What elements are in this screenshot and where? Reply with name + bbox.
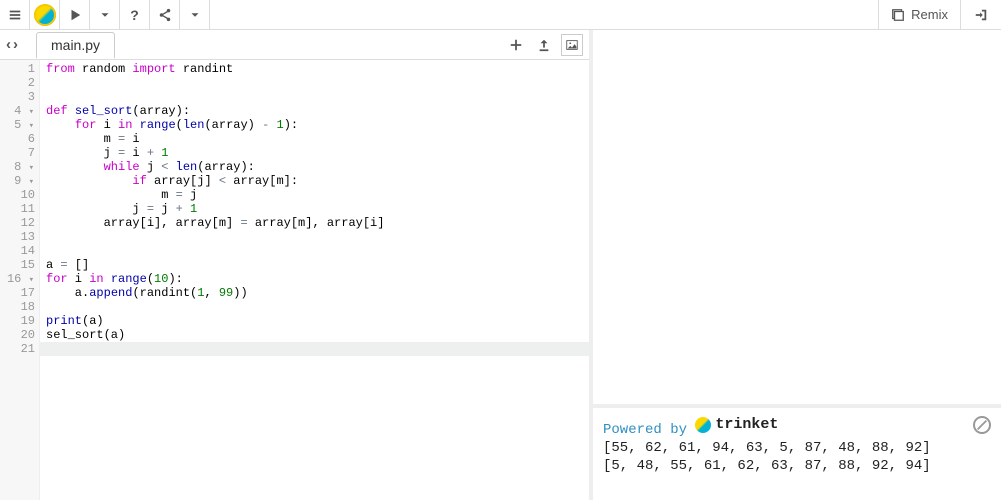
output-canvas [593,30,1001,408]
remix-button[interactable]: Remix [878,0,961,30]
powered-by-label: Powered by [603,422,687,438]
tab-bar: ‹ › main.py [0,30,589,60]
stop-icon[interactable] [973,416,991,434]
add-file-icon[interactable] [505,34,527,56]
top-toolbar: ? Remix [0,0,1001,30]
code-area[interactable]: from random import randint def sel_sort(… [40,60,589,500]
code-editor[interactable]: 1234 5 678 9 10111213141516 1718192021 f… [0,60,589,500]
console-output: [55, 62, 61, 94, 63, 5, 87, 48, 88, 92][… [603,439,991,475]
output-console: Powered by trinket [55, 62, 61, 94, 63, … [593,408,1001,500]
menu-icon[interactable] [0,0,30,30]
run-icon[interactable] [60,0,90,30]
remix-label: Remix [911,7,948,22]
line-gutter: 1234 5 678 9 10111213141516 1718192021 [0,60,40,500]
login-icon[interactable] [961,0,1001,30]
file-tab-main[interactable]: main.py [36,32,115,59]
image-icon[interactable] [561,34,583,56]
share-dropdown-icon[interactable] [180,0,210,30]
upload-icon[interactable] [533,34,555,56]
run-dropdown-icon[interactable] [90,0,120,30]
brand-label[interactable]: trinket [695,416,778,434]
next-tab-icon[interactable]: › [13,36,18,53]
trinket-logo-icon[interactable] [30,0,60,30]
prev-tab-icon[interactable]: ‹ [6,36,11,53]
share-icon[interactable] [150,0,180,30]
brand-logo-icon [695,417,711,433]
help-icon[interactable]: ? [120,0,150,30]
